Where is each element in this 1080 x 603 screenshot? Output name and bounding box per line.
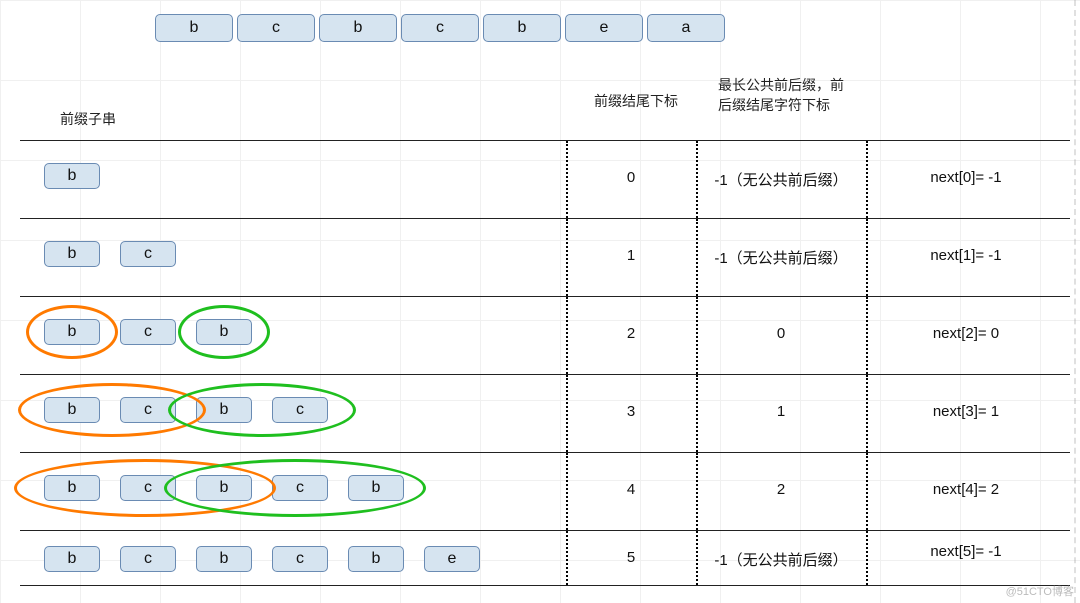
page-edge [1074, 0, 1076, 603]
prefix-cell: b [348, 546, 404, 572]
pattern-cell: c [401, 14, 479, 42]
prefix-cell: c [120, 241, 176, 267]
prefix-cell: b [44, 546, 100, 572]
prefix-end-index: 3 [566, 403, 696, 420]
prefix-cell: b [44, 163, 100, 189]
prefix-highlight-ellipse [26, 305, 118, 359]
prefix-end-index: 5 [566, 549, 696, 566]
pattern-cell: b [319, 14, 397, 42]
prefix-end-index: 1 [566, 247, 696, 264]
pattern-cell: c [237, 14, 315, 42]
table-row: b c b c b 4 2 next[4]= 2 [20, 452, 1070, 530]
next-value: next[3]= 1 [866, 403, 1066, 420]
table-row: b 0 -1（无公共前后缀） next[0]= -1 [20, 140, 1070, 218]
lps-value: -1（无公共前后缀） [696, 549, 866, 570]
lps-value: 2 [696, 481, 866, 498]
prefix-end-index: 0 [566, 169, 696, 186]
prefix-cell: e [424, 546, 480, 572]
prefix-cell: c [272, 546, 328, 572]
table-row: b c 1 -1（无公共前后缀） next[1]= -1 [20, 218, 1070, 296]
prefix-cell: b [196, 546, 252, 572]
header-prefix: 前缀子串 [60, 110, 116, 130]
lps-value: -1（无公共前后缀） [696, 169, 866, 190]
pattern-cell: a [647, 14, 725, 42]
next-value: next[0]= -1 [866, 169, 1066, 186]
header-index: 前缀结尾下标 [594, 92, 678, 112]
header-lps: 最长公共前后缀，前后缀结尾字符下标 [718, 76, 848, 115]
table-row: b c b 2 0 next[2]= 0 [20, 296, 1070, 374]
prefix-cell: c [120, 319, 176, 345]
next-value: next[5]= -1 [866, 543, 1066, 560]
prefix-cell: c [120, 546, 176, 572]
prefix-end-index: 4 [566, 481, 696, 498]
next-value: next[1]= -1 [866, 247, 1066, 264]
pattern-cell: e [565, 14, 643, 42]
pattern-row: b c b c b e a [155, 14, 725, 42]
suffix-highlight-ellipse [164, 459, 426, 517]
lps-value: -1（无公共前后缀） [696, 247, 866, 268]
next-value: next[4]= 2 [866, 481, 1066, 498]
suffix-highlight-ellipse [168, 383, 356, 437]
lps-value: 1 [696, 403, 866, 420]
prefix-cell: b [44, 241, 100, 267]
table-row: b c b c 3 1 next[3]= 1 [20, 374, 1070, 452]
watermark: @51CTO博客 [1006, 583, 1074, 599]
prefix-end-index: 2 [566, 325, 696, 342]
table-row: b c b c b e 5 -1（无公共前后缀） next[5]= -1 [20, 530, 1070, 586]
pattern-cell: b [155, 14, 233, 42]
next-value: next[2]= 0 [866, 325, 1066, 342]
lps-value: 0 [696, 325, 866, 342]
suffix-highlight-ellipse [178, 305, 270, 359]
pattern-cell: b [483, 14, 561, 42]
